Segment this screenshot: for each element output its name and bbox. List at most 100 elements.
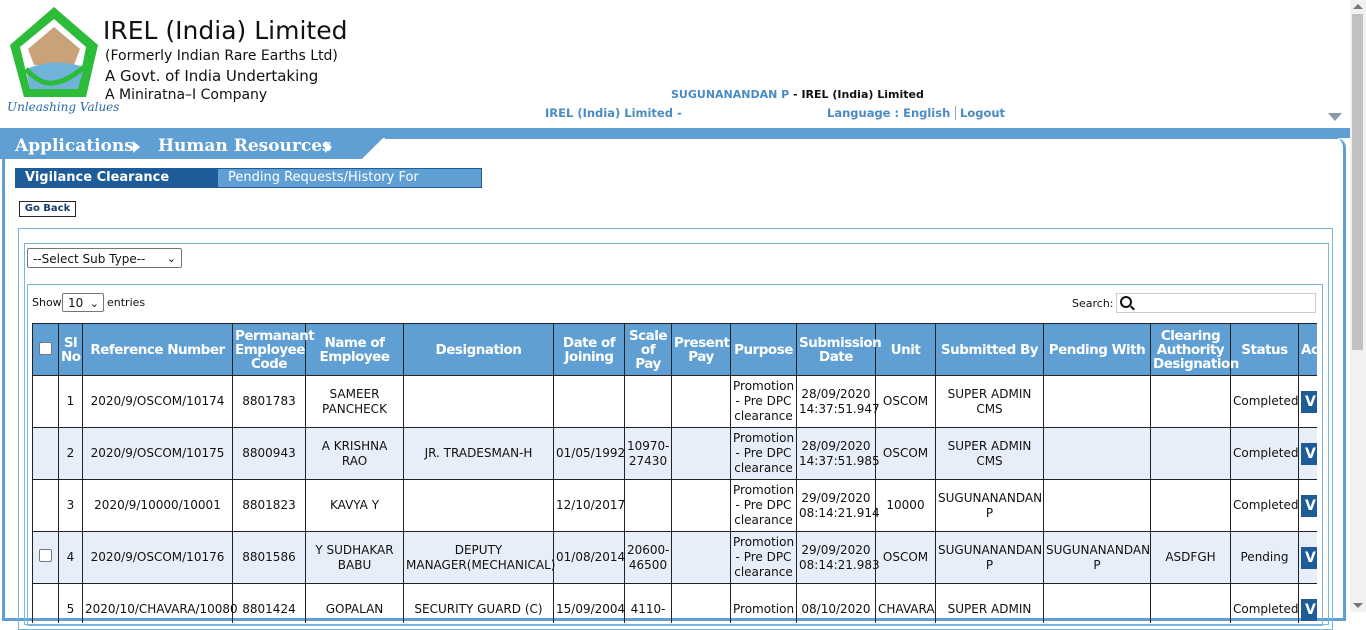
scroll-up-icon[interactable] — [1353, 4, 1363, 9]
table-cell: KAVYA Y — [305, 479, 404, 532]
table-cell — [553, 375, 625, 428]
table-cell: OSCOM — [875, 531, 936, 584]
table-cell: SUGUNANANDAN P — [935, 531, 1044, 584]
search-icon — [1120, 296, 1132, 308]
table-cell: 4110- — [624, 583, 672, 623]
go-back-button[interactable]: Go Back — [19, 201, 76, 217]
col-header[interactable]: Designation — [403, 323, 554, 376]
table-row: 3 2020/9/10000/10001 8801823 KAVYA Y 12/10/2… — [32, 479, 1317, 532]
brand-title: IREL (India) Limited — [103, 16, 348, 45]
scroll-down-icon[interactable] — [1353, 603, 1363, 608]
scrollbar-thumb[interactable] — [1352, 14, 1363, 350]
table-cell: DEPUTY MANAGER(MECHANICAL) — [403, 531, 555, 584]
table-cell: SUPER ADMIN CMS — [935, 375, 1044, 428]
col-header[interactable]: Status — [1230, 323, 1299, 376]
table-cell — [1043, 375, 1151, 428]
menu-human-resources[interactable]: Human Resources — [158, 136, 332, 156]
row-checkbox[interactable] — [39, 549, 52, 562]
table-cell — [1043, 427, 1151, 480]
user-org: IREL (India) Limited — [801, 88, 924, 101]
table-row: 2 2020/9/OSCOM/10175 8800943 A KRISHNA RAO J… — [32, 427, 1317, 480]
col-header[interactable]: Submission Date — [796, 323, 882, 376]
table-cell: 2020/9/OSCOM/10175 — [82, 427, 233, 480]
org-link[interactable]: IREL (India) Limited - — [545, 106, 682, 120]
table-cell — [671, 479, 731, 532]
table-cell: Y SUDHAKAR BABU — [305, 531, 404, 584]
table-cell — [1150, 427, 1231, 480]
tab-pending-requests-history[interactable]: Pending Requests/History For Approver — [217, 168, 482, 203]
table-cell: 12/10/2017 — [553, 479, 625, 532]
table-cell: 01/05/1992 — [553, 427, 625, 480]
table-cell: OSCOM — [875, 427, 936, 480]
table-cell: 01/08/2014 — [553, 531, 625, 584]
col-header[interactable]: Sl No — [58, 323, 83, 376]
table-cell: SUPER ADMIN CMS — [935, 427, 1044, 480]
row-select-cell[interactable] — [32, 479, 59, 532]
row-select-cell[interactable] — [32, 375, 59, 428]
table-cell: 8801823 — [232, 479, 306, 532]
row-select-cell[interactable] — [32, 583, 59, 623]
view-button[interactable]: V — [1301, 598, 1317, 621]
view-button[interactable]: V — [1301, 494, 1317, 517]
user-name: SUGUNANANDAN P — [671, 88, 790, 101]
select-all-checkbox[interactable] — [39, 341, 52, 355]
col-header[interactable]: Clearing Authority Designation — [1150, 323, 1239, 376]
sub-type-select[interactable]: --Select Sub Type-- ⌄ — [27, 248, 182, 268]
table-cell: SAMEER PANCHECK — [305, 375, 404, 428]
action-cell: V — [1298, 427, 1317, 480]
view-button[interactable]: V — [1301, 546, 1317, 569]
logout-link[interactable]: Logout — [960, 106, 1005, 120]
collapse-header-icon[interactable] — [1328, 113, 1342, 121]
brand-line-3: A Miniratna–I Company — [105, 87, 268, 103]
table-cell: SECURITY GUARD (C) — [403, 583, 554, 623]
user-info: SUGUNANANDAN P - IREL (India) Limited — [671, 88, 924, 101]
col-header[interactable]: Present Pay — [671, 323, 731, 376]
row-select-cell[interactable] — [32, 427, 59, 480]
table-cell — [671, 583, 731, 623]
table-cell — [403, 479, 554, 532]
table-cell — [1150, 479, 1231, 532]
table-cell: Promotion — [730, 583, 797, 623]
language-selector[interactable]: Language : English — [827, 106, 957, 120]
requests-table: Sl No Reference Number Permanant Employe… — [32, 323, 1317, 623]
col-header[interactable]: Action — [1298, 323, 1317, 376]
table-cell: Promotion - Pre DPC clearance — [730, 531, 797, 584]
table-cell: SUGUNANANDAN P — [935, 479, 1044, 532]
table-cell — [1043, 583, 1151, 623]
table-cell: SUPER ADMIN — [935, 583, 1044, 623]
view-button[interactable]: V — [1301, 390, 1317, 413]
table-cell: 29/09/2020 08:14:21.914 — [796, 479, 880, 532]
view-button[interactable]: V — [1301, 442, 1317, 465]
table-cell — [671, 375, 731, 428]
table-cell: 2020/10/CHAVARA/10080 — [82, 583, 238, 623]
col-header[interactable]: Submitted By — [935, 323, 1044, 376]
row-select-cell[interactable] — [32, 531, 59, 584]
tab-vigilance-clearance-requests[interactable]: Vigilance Clearance Requests — [15, 168, 217, 205]
table-cell: OSCOM — [875, 375, 936, 428]
search-input[interactable] — [1116, 293, 1316, 313]
entries-length-select[interactable]: 10 ⌄ — [62, 293, 104, 312]
table-cell: ASDFGH — [1150, 531, 1231, 584]
table-cell: 4 — [58, 531, 83, 584]
table-cell: 28/09/2020 14:37:51.947 — [796, 375, 880, 428]
requests-table-wrapper: Sl No Reference Number Permanant Employe… — [32, 323, 1317, 623]
search-label: Search: — [1072, 297, 1114, 310]
col-header[interactable]: Permanant Employee Code — [232, 323, 315, 376]
table-row: 5 2020/10/CHAVARA/10080 8801424 GOPALAN SECU… — [32, 583, 1317, 623]
table-cell: 2020/9/OSCOM/10176 — [82, 531, 233, 584]
select-all-header[interactable] — [32, 323, 59, 376]
table-cell: Promotion - Pre DPC clearance — [730, 375, 797, 428]
sub-type-value: --Select Sub Type-- — [33, 252, 146, 266]
chevron-right-icon — [133, 141, 140, 153]
col-header[interactable]: Unit — [875, 323, 936, 376]
col-header[interactable]: Date of Joining — [553, 323, 625, 376]
table-cell: 15/09/2004 — [553, 583, 625, 623]
table-cell: 1 — [58, 375, 83, 428]
col-header[interactable]: Pending With — [1043, 323, 1151, 376]
menu-applications[interactable]: Applications — [15, 136, 134, 156]
col-header[interactable]: Name of Employee — [305, 323, 404, 376]
col-header[interactable]: Reference Number — [82, 323, 233, 376]
col-header[interactable]: Scale of Pay — [624, 323, 672, 376]
col-header[interactable]: Purpose — [730, 323, 797, 376]
table-cell: SUGUNANANDAN P — [1043, 531, 1151, 584]
